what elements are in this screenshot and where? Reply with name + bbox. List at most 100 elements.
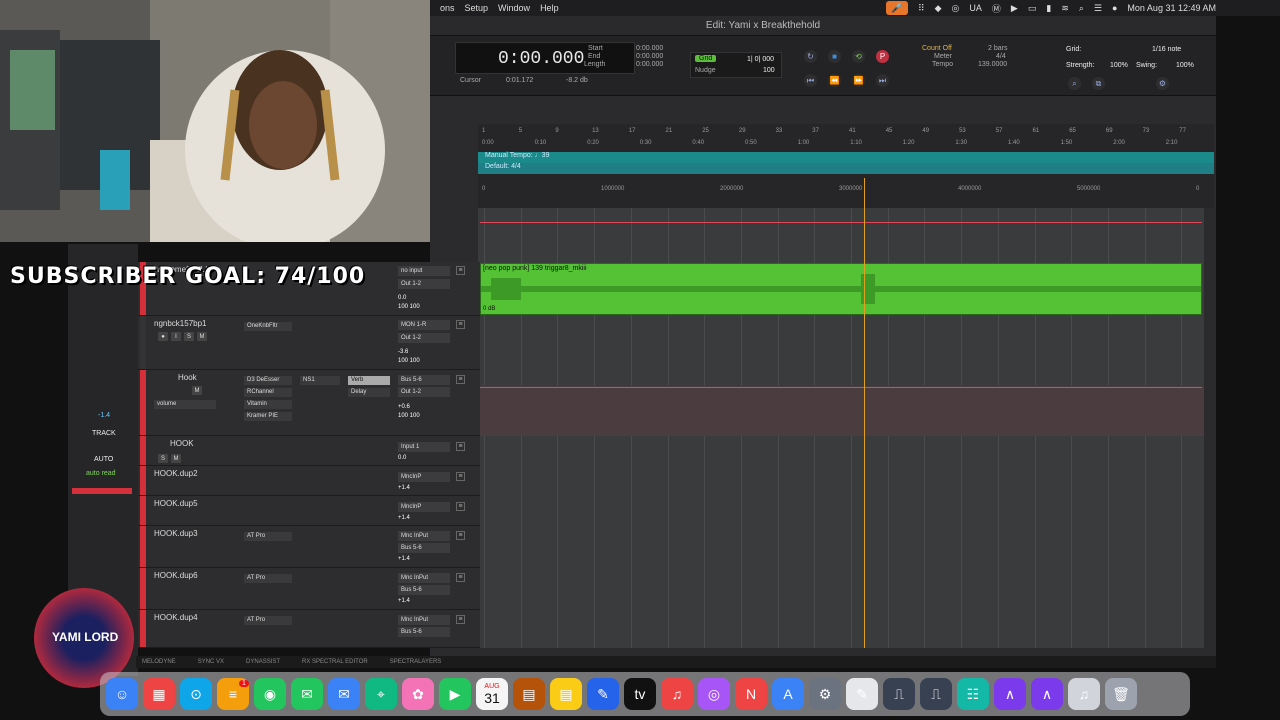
track-volume[interactable]: -3.6 [398,349,408,355]
android-icon[interactable]: ☷ [957,678,989,710]
fast-forward-icon[interactable]: ⏩ [852,74,865,87]
finder-icon[interactable]: ☺ [106,678,138,710]
search-zoom-icon[interactable]: ⌕ [1068,77,1081,90]
podcasts-icon[interactable]: ◎ [698,678,730,710]
mixer-fader-value[interactable]: -1.4 [98,412,110,419]
plugin-sync-vx[interactable]: SYNC VX [198,659,224,665]
tempo-ruler[interactable]: Manual Tempo: ♩39 [478,152,1214,163]
send-slot-delay[interactable]: Delay [348,388,390,397]
track-pan[interactable]: 100 100 [398,304,420,310]
track-output[interactable]: Out 1-2 [398,387,450,397]
track-output[interactable]: Out 1-2 [398,279,450,289]
strength-value[interactable]: 100% [1110,62,1128,69]
track-name[interactable]: Hook [178,373,197,382]
track-row[interactable]: HOOK.dup3 AT Pro Mnc InPut Bus 5-6 +1.4 … [136,526,480,568]
launchpad-icon[interactable]: ▦ [143,678,175,710]
track-name[interactable]: HOOK.dup3 [154,529,198,538]
safari-icon[interactable]: ⊙ [180,678,212,710]
menu-item-setup[interactable]: Setup [465,3,489,13]
news-icon[interactable]: N [735,678,767,710]
swing-value[interactable]: 100% [1176,62,1194,69]
battery-icon[interactable]: ▮ [1046,3,1051,14]
chrome-icon[interactable]: ◉ [254,678,286,710]
track-name[interactable]: HOOK.dup5 [154,499,198,508]
insert-slot-4[interactable]: Kramer PIE [244,412,292,421]
settings-icon[interactable]: ⚙ [809,678,841,710]
wifi-circle-icon[interactable]: ◎ [952,3,960,14]
music-icon[interactable]: ♫ [661,678,693,710]
input-monitor-button[interactable]: I [171,332,181,341]
track-row[interactable]: HOOK.dup6 AT Pro Mnc InPut Bus 5-6 +1.4 … [136,568,480,610]
spotlight-search-icon[interactable]: ⌕ [1079,3,1084,14]
return-to-zero-icon[interactable]: ⏮ [804,74,817,87]
mail-icon[interactable]: ✉ [328,678,360,710]
insert-slot[interactable]: AT Pro [244,574,292,583]
track-input[interactable]: MncInP [398,472,450,482]
nudge-value[interactable]: 100 [763,67,775,74]
track-options-icon[interactable]: ≡ [456,502,465,511]
track-pan[interactable]: 100 100 [398,358,420,364]
send-slot-verb[interactable]: Verb [348,376,390,385]
track-input[interactable]: Mnc InPut [398,531,450,541]
track-input[interactable]: Mnc InPut [398,615,450,625]
notes-icon[interactable]: ▤ [550,678,582,710]
plugin-melodyne[interactable]: MELODYNE [142,659,176,665]
track-options-icon[interactable]: ≡ [456,531,465,540]
grid-value[interactable]: 1| 0| 000 [747,56,774,63]
solo-button[interactable]: S [184,332,194,341]
track-options-icon[interactable]: ≡ [456,615,465,624]
mute-button[interactable]: M [197,332,207,341]
insert-slot[interactable]: AT Pro [244,616,292,625]
track-row[interactable]: ngnbck157bp1 ● I S M OneKnbFltr MON 1-R … [136,316,480,370]
input-language[interactable]: UA [969,3,982,13]
track-volume[interactable]: +0.6 [398,404,410,410]
siri-icon[interactable]: ● [1112,3,1117,13]
m-circle-icon[interactable]: Ⓜ [992,2,1001,15]
end-value[interactable]: 0:00.000 [636,53,663,60]
nudge-label[interactable]: Nudge [695,67,716,74]
track-pan[interactable]: 100 100 [398,413,420,419]
count-off-label[interactable]: Count Off [922,45,952,52]
send-slot-a[interactable]: NS1 [300,376,340,385]
mixer-auto-mode[interactable]: auto read [86,470,116,477]
solo-button[interactable]: S [158,454,168,463]
messages-icon[interactable]: ✉ [291,678,323,710]
dropbox-icon[interactable]: ◆ [935,3,942,14]
menu-item-help[interactable]: Help [540,3,559,13]
meter-value[interactable]: 4/4 [996,53,1006,60]
insert-slot[interactable]: OneKnbFltr [244,322,292,331]
hook-track-lane[interactable] [478,386,1204,436]
plugin-spectralayers[interactable]: SPECTRALAYERS [390,659,442,665]
grid-right-value[interactable]: 1/16 note [1152,46,1181,53]
insert-slot[interactable]: AT Pro [244,532,292,541]
freeform-icon[interactable]: ✎ [587,678,619,710]
appletv-icon[interactable]: tv [624,678,656,710]
go-to-end-icon[interactable]: ⏭ [876,74,889,87]
track-input[interactable]: Input 1 [398,442,450,452]
insert-slot-3[interactable]: Vitamin [244,400,292,409]
maps-icon[interactable]: ⌖ [365,678,397,710]
audio-clip[interactable]: [neo pop punk] 139 triggar8_mkiii 0 dB [480,263,1202,315]
track-row[interactable]: Hook M D3 DeEsser RChannel Vitamin Krame… [136,370,480,436]
track-input[interactable]: MON 1-R [398,320,450,330]
grid-dots-icon[interactable]: ⠿ [918,3,925,14]
track-volume[interactable]: +1.4 [398,556,410,562]
minsec-ruler[interactable]: 0:00 0:10 0:20 0:30 0:40 0:50 1:00 1:10 1:20 1:30… [478,140,1214,151]
track-row[interactable]: HOOK S M Input 1 0.0 ≡ [136,436,480,466]
grid-label[interactable]: Grid [695,55,717,62]
settings-gear-icon[interactable]: ⚙ [1156,77,1169,90]
track-volume[interactable]: +1.4 [398,485,410,491]
record-enable-icon[interactable]: P [876,50,889,63]
facetime-icon[interactable]: ▶ [439,678,471,710]
plugin-rx-spectral[interactable]: RX SPECTRAL EDITOR [302,659,368,665]
track-input[interactable]: MncInP [398,502,450,512]
length-value[interactable]: 0:00.000 [636,61,663,68]
track-volume[interactable]: 0.0 [398,295,406,301]
automation-mode[interactable]: volume [154,400,216,409]
track-input[interactable]: Mnc InPut [398,573,450,583]
mute-button[interactable]: M [171,454,181,463]
track-options-icon[interactable]: ≡ [456,266,465,275]
track-output[interactable]: Bus 5-6 [398,627,450,637]
microphone-icon[interactable]: 🎤 [886,1,909,15]
track-input[interactable]: no input [398,266,450,276]
